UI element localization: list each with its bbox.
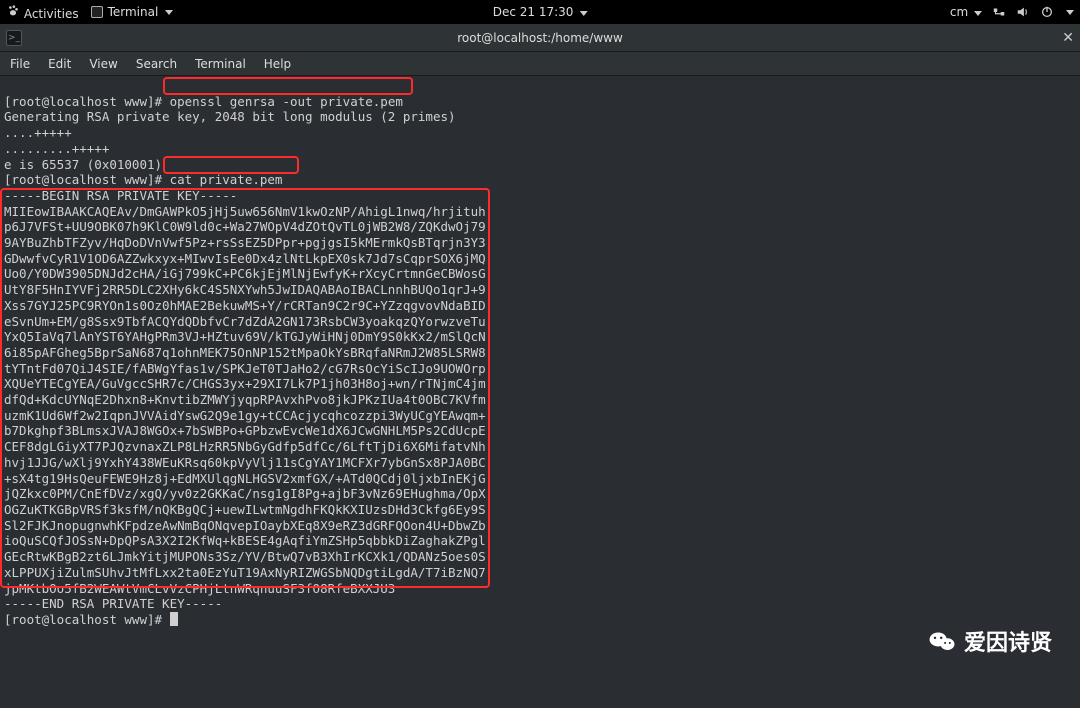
activities-button[interactable]: Activities	[6, 4, 79, 21]
menu-view[interactable]: View	[89, 57, 117, 71]
datetime-label: Dec 21 17:30	[493, 5, 574, 19]
app-menu[interactable]: Terminal	[91, 5, 174, 19]
output-line: -----BEGIN RSA PRIVATE KEY-----	[4, 188, 237, 203]
terminal-window-icon: >_	[6, 30, 22, 46]
chevron-down-icon	[974, 11, 982, 16]
menu-search[interactable]: Search	[136, 57, 177, 71]
chevron-down-icon	[1066, 10, 1074, 15]
menubar: File Edit View Search Terminal Help	[0, 52, 1080, 76]
chevron-down-icon	[165, 10, 173, 15]
wechat-icon	[928, 629, 956, 653]
menu-help[interactable]: Help	[264, 57, 291, 71]
menu-file[interactable]: File	[10, 57, 30, 71]
terminal-output[interactable]: [root@localhost www]# openssl genrsa -ou…	[0, 76, 1080, 708]
output-line: .........+++++	[4, 141, 109, 156]
user-menu[interactable]: cm	[950, 5, 982, 19]
watermark-text: 爱因诗贤	[964, 625, 1052, 657]
command-text: openssl genrsa -out private.pem	[170, 94, 403, 109]
output-line: e is 65537 (0x010001)	[4, 157, 162, 172]
command-text: cat private.pem	[170, 172, 283, 187]
output-line: Generating RSA private key, 2048 bit lon…	[4, 109, 456, 124]
window-title: root@localhost:/home/www	[457, 31, 623, 45]
prompt: [root@localhost www]#	[4, 612, 170, 627]
power-icon[interactable]	[1040, 5, 1054, 19]
terminal-icon	[91, 6, 103, 18]
user-label: cm	[950, 5, 968, 19]
watermark: 爱因诗贤	[928, 625, 1052, 657]
highlight-box	[163, 77, 413, 95]
output-line: -----END RSA PRIVATE KEY-----	[4, 596, 222, 611]
close-button[interactable]: ✕	[1062, 30, 1074, 46]
app-menu-label: Terminal	[108, 5, 159, 19]
gnome-topbar: Activities Terminal Dec 21 17:30 cm	[0, 0, 1080, 24]
window-titlebar: >_ root@localhost:/home/www ✕	[0, 24, 1080, 52]
chevron-down-icon	[579, 11, 587, 16]
cursor	[170, 612, 178, 626]
activities-icon	[6, 4, 20, 18]
output-line: ....+++++	[4, 125, 72, 140]
activities-label: Activities	[24, 7, 79, 21]
menu-terminal[interactable]: Terminal	[195, 57, 246, 71]
prompt: [root@localhost www]#	[4, 172, 170, 187]
clock[interactable]: Dec 21 17:30	[493, 5, 588, 19]
volume-icon[interactable]	[1016, 5, 1030, 19]
prompt: [root@localhost www]#	[4, 94, 170, 109]
network-icon[interactable]	[992, 5, 1006, 19]
menu-edit[interactable]: Edit	[48, 57, 71, 71]
rsa-key-block: MIIEowIBAAKCAQEAv/DmGAWPkO5jHj5uw656NmV1…	[4, 204, 1076, 597]
